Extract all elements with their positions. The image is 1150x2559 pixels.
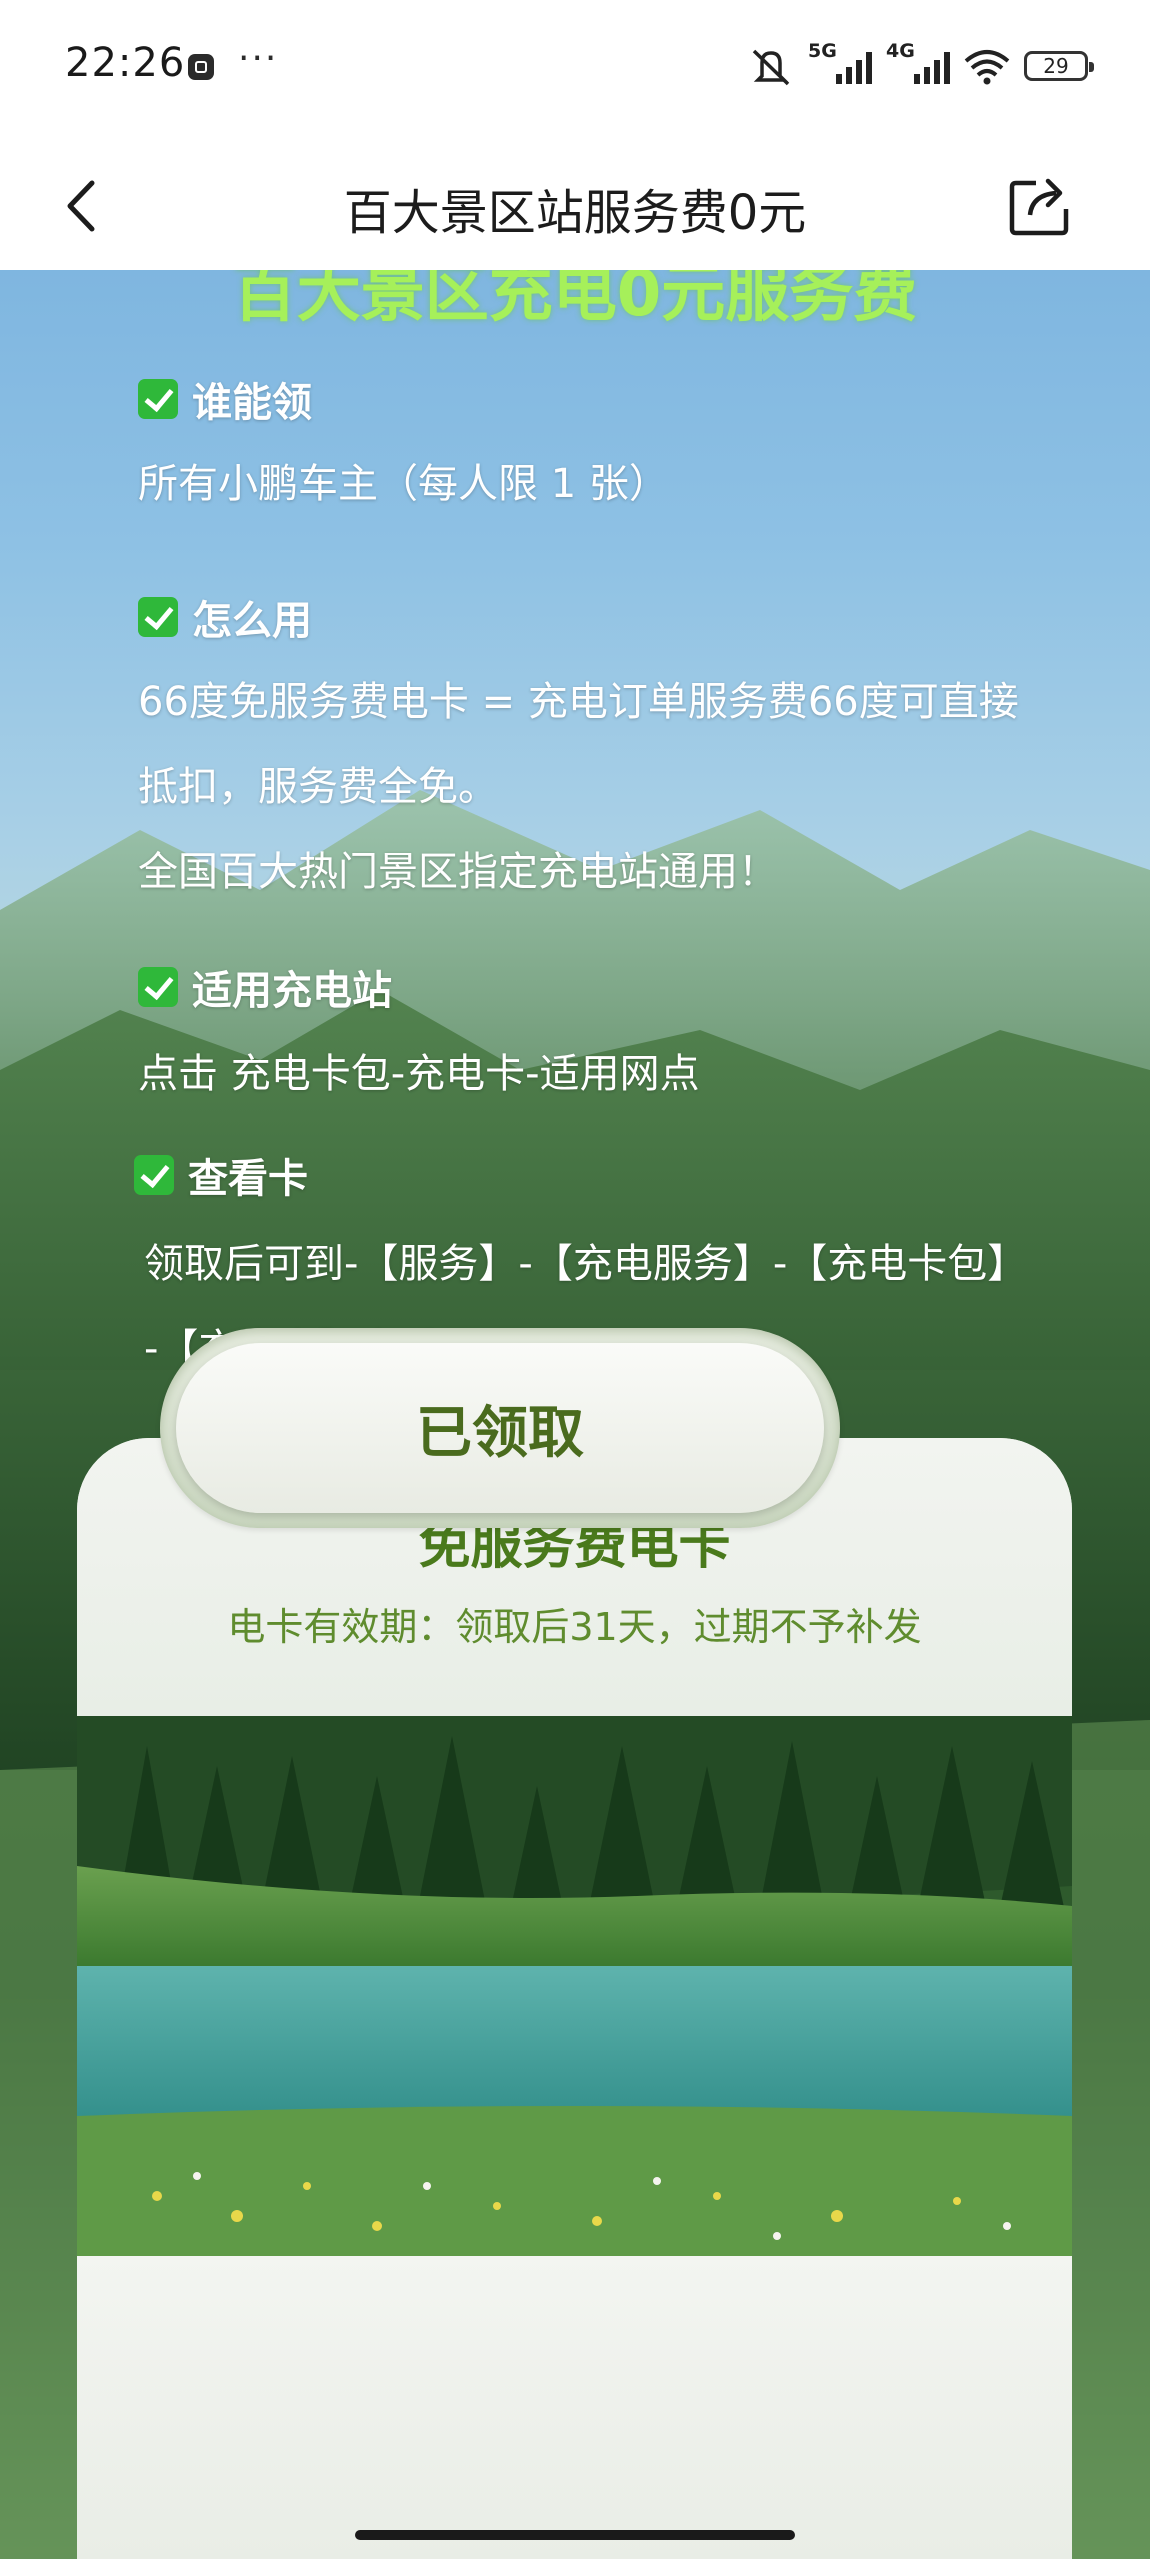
lake-landscape-image <box>77 1716 1072 2256</box>
wifi-icon <box>964 50 1010 85</box>
check-icon <box>138 967 178 1007</box>
nav-bar: 百大景区站服务费0元 <box>0 135 1150 270</box>
section-heading-who: 谁能领 <box>138 370 312 428</box>
section-text-who: 所有小鹏车主（每人限 1 张） <box>138 461 669 507</box>
status-time: 22:26 <box>65 40 186 86</box>
check-icon <box>138 597 178 637</box>
section-text-stations: 点击 充电卡包-充电卡-适用网点 <box>138 1051 700 1097</box>
banner-title: 百大景区充电0元服务费 <box>232 270 918 331</box>
card-footer <box>77 2256 1072 2559</box>
section-heading-view: 查看卡 <box>134 1146 308 1204</box>
card-validity: 电卡有效期：领取后31天，过期不予补发 <box>227 1605 922 1649</box>
mute-icon <box>752 49 790 86</box>
section-heading-stations: 适用充电站 <box>138 958 392 1016</box>
share-icon[interactable] <box>1008 173 1074 239</box>
promo-content[interactable]: 百大景区充电0元服务费 谁能领 所有小鹏车主（每人限 1 张） 怎么用 66度免… <box>0 270 1150 2559</box>
charge-card: 免服务费电卡 电卡有效期：领取后31天，过期不予补发 <box>77 1438 1072 2559</box>
claim-button[interactable]: 已领取 <box>176 1343 824 1513</box>
section-text-view-1: 领取后可到-【服务】-【充电服务】-【充电卡包】 <box>144 1241 1028 1287</box>
battery-icon: 29 <box>1024 51 1094 81</box>
status-icons: 5G 4G 29 <box>748 40 1094 90</box>
page-title: 百大景区站服务费0元 <box>343 185 807 241</box>
notification-app-icon <box>188 54 214 80</box>
signal-4g-icon: 4G <box>886 40 950 84</box>
signal-5g-icon: 5G <box>808 40 872 84</box>
section-text-how-3: 全国百大热门景区指定充电站通用！ <box>138 849 778 895</box>
section-heading-how: 怎么用 <box>138 588 312 646</box>
more-notifications-icon: ··· <box>238 38 279 79</box>
section-text-how-1: 66度免服务费电卡 = 充电订单服务费66度可直接 <box>138 679 1019 725</box>
status-bar: 22:26 ··· 5G 4G 29 <box>0 0 1150 135</box>
section-text-how-2: 抵扣，服务费全免。 <box>138 764 498 810</box>
home-indicator[interactable] <box>355 2530 795 2540</box>
check-icon <box>134 1155 174 1195</box>
check-icon <box>138 379 178 419</box>
